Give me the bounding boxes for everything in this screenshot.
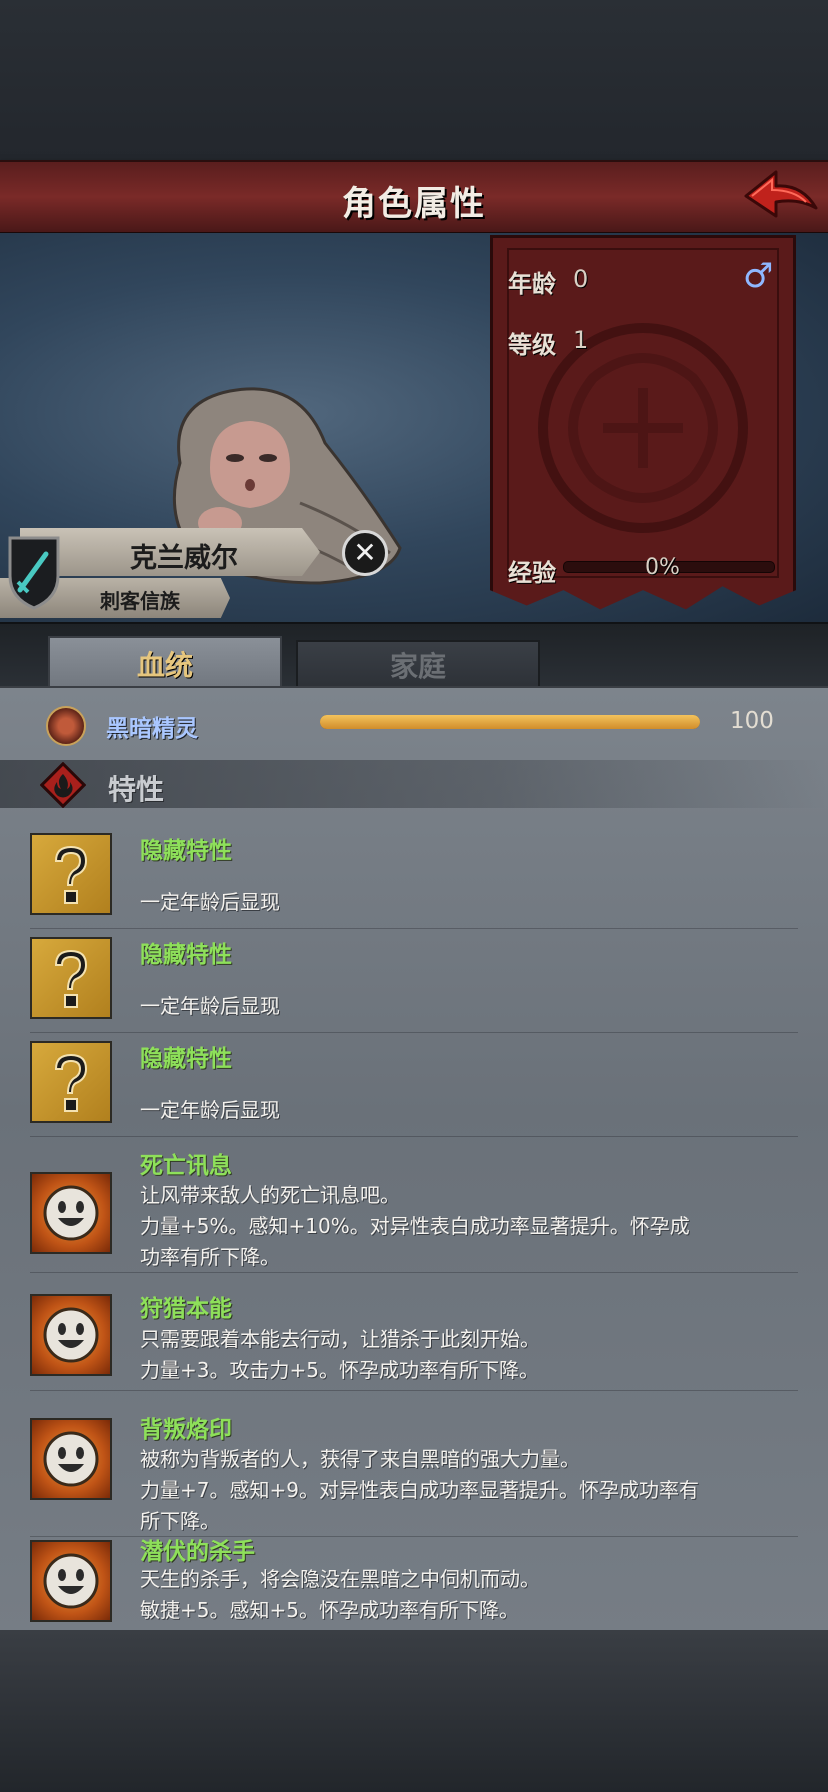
smiley-face-icon <box>30 1294 112 1376</box>
trait-name: 隐藏特性 <box>140 838 232 864</box>
male-gender-icon: ♂ <box>743 256 774 296</box>
top-background <box>0 0 828 160</box>
traits-header: 特性 <box>0 760 828 808</box>
lineage-value: 100 <box>730 708 774 734</box>
age-label: 年龄 <box>508 270 556 298</box>
celtic-knot-emblem <box>538 323 748 533</box>
question-mark-icon <box>30 1041 112 1123</box>
lineage-row: 黑暗精灵 100 <box>0 706 828 746</box>
trait-description: 只需要跟着本能去行动，让猎杀于此刻开始。 力量+3。攻击力+5。怀孕成功率有所下… <box>140 1327 540 1382</box>
trait-divider <box>30 1136 798 1137</box>
trait-description: 被称为背叛者的人，获得了来自黑暗的强大力量。 力量+7。感知+9。对异性表白成功… <box>140 1447 699 1533</box>
lineage-bar-fill <box>320 715 700 729</box>
swaddled-baby-portrait <box>172 387 402 585</box>
lineage-panel: 黑暗精灵 100 特性 隐藏特性 一定年龄后显现 隐藏特性 一定年龄后显现 隐藏特性 一定… <box>0 686 828 1632</box>
trait-description: 一定年龄后显现 <box>140 1098 280 1122</box>
flame-diamond-icon <box>40 762 86 808</box>
page-title: 角色属性 <box>342 184 486 224</box>
question-mark-icon <box>30 833 112 915</box>
trait-description: 让风带来敌人的死亡讯息吧。 力量+5%。感知+10%。对异性表白成功率显著提升。… <box>140 1183 690 1269</box>
level-label: 等级 <box>508 331 556 359</box>
trait-description: 一定年龄后显现 <box>140 994 280 1018</box>
exp-label: 经验 <box>508 559 556 587</box>
trait-name: 背叛烙印 <box>140 1417 232 1443</box>
smiley-face-icon <box>30 1418 112 1500</box>
title-bar: 角色属性 <box>0 160 828 235</box>
stats-banner: 年龄 0 ♂ 等级 1 经验 0% <box>490 235 796 610</box>
trait-name: 隐藏特性 <box>140 942 232 968</box>
trait-name: 隐藏特性 <box>140 1046 232 1072</box>
exp-value: 0% <box>645 555 680 580</box>
trait-divider <box>30 1032 798 1033</box>
dark-elf-race-icon <box>46 706 86 746</box>
bottom-area <box>0 1630 828 1792</box>
trait-description: 一定年龄后显现 <box>140 890 280 914</box>
tab-bar: 血统 家庭 <box>0 622 828 694</box>
back-button[interactable] <box>742 166 820 228</box>
trait-name: 狩猎本能 <box>140 1296 232 1322</box>
close-button[interactable]: ✕ <box>342 530 388 576</box>
name-plate: 克兰威尔 <box>20 528 320 576</box>
dagger-shield-icon <box>8 536 60 610</box>
traits-title: 特性 <box>108 773 165 806</box>
character-name: 克兰威尔 <box>130 543 238 574</box>
age-value: 0 <box>573 265 589 293</box>
trait-description: 天生的杀手，将会隐没在黑暗之中伺机而动。 敏捷+5。感知+5。怀孕成功率有所下降… <box>140 1567 540 1622</box>
trait-name: 死亡讯息 <box>140 1153 232 1179</box>
tab-family[interactable]: 家庭 <box>296 640 540 692</box>
trait-divider <box>30 1390 798 1391</box>
trait-name: 潜伏的杀手 <box>140 1539 255 1565</box>
red-back-arrow-icon <box>744 170 818 218</box>
trait-divider <box>30 928 798 929</box>
question-mark-icon <box>30 937 112 1019</box>
lineage-name: 黑暗精灵 <box>106 716 198 742</box>
smiley-face-icon <box>30 1172 112 1254</box>
tribe-name: 刺客信族 <box>100 589 180 613</box>
level-value: 1 <box>573 326 589 354</box>
lineage-bar <box>320 715 700 729</box>
smiley-face-icon <box>30 1540 112 1622</box>
